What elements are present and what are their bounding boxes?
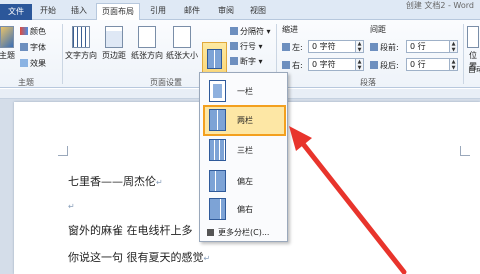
fonts-icon	[20, 43, 28, 51]
indent-right-label: 右:	[282, 60, 303, 71]
tab-mailings[interactable]: 邮件	[178, 3, 206, 20]
two-columns-icon	[209, 109, 226, 131]
line-numbers-button[interactable]: 行号 ▾	[230, 41, 263, 52]
menu-item-left[interactable]: 偏左	[203, 166, 286, 197]
tab-view[interactable]: 视图	[244, 3, 272, 20]
themes-label: 主题	[0, 51, 15, 60]
left-column-icon	[209, 170, 226, 192]
crop-mark-top-left	[58, 146, 68, 156]
paper-size-icon	[173, 26, 191, 48]
one-column-icon	[209, 80, 226, 102]
more-columns-icon	[207, 229, 214, 236]
themes-button[interactable]: 主题	[0, 26, 16, 61]
text-direction-label: 文字方向	[65, 51, 97, 60]
group-separator	[463, 24, 464, 84]
spacing-before-label: 段前:	[370, 42, 399, 53]
menu-item-right[interactable]: 偏右	[203, 194, 286, 225]
fonts-label: 字体	[30, 43, 46, 52]
spacing-after-label: 段后:	[370, 60, 399, 71]
menu-item-three-columns[interactable]: 三栏	[203, 135, 286, 166]
margins-label: 页边距	[102, 51, 126, 60]
effects-icon	[20, 59, 28, 67]
fonts-button[interactable]: 字体	[20, 42, 46, 53]
breaks-icon	[230, 27, 238, 35]
margins-icon	[105, 26, 123, 48]
tab-home[interactable]: 开始	[34, 3, 62, 20]
position-icon	[467, 26, 479, 48]
columns-dropdown-menu: 一栏 两栏 三栏 偏左 偏右 更多分栏(C)...	[199, 72, 288, 242]
orientation-button[interactable]: 纸张方向	[131, 26, 163, 61]
indent-right-input[interactable]: 0 字符	[308, 58, 356, 71]
crop-mark-top-right	[460, 146, 470, 156]
text-direction-button[interactable]: 文字方向	[64, 26, 98, 61]
indent-left-icon	[282, 43, 290, 51]
spacing-before-input[interactable]: 0 行	[406, 40, 450, 53]
columns-icon	[207, 49, 222, 69]
hyphenation-icon	[230, 57, 238, 65]
tab-file[interactable]: 文件	[0, 4, 32, 20]
doc-line-2[interactable]: 你说这一句 很有夏天的感觉↵	[68, 249, 210, 265]
right-column-icon	[209, 198, 226, 220]
line-numbers-label: 行号	[240, 42, 256, 51]
hyphenation-label: 断字	[240, 57, 256, 66]
indent-right-icon	[282, 61, 290, 69]
menu-item-label: 两栏	[237, 116, 253, 125]
margins-button[interactable]: 页边距	[100, 26, 128, 61]
menu-item-label: 偏左	[237, 177, 253, 186]
breaks-label: 分隔符	[240, 27, 264, 36]
paragraph-mark-icon: ↵	[156, 178, 163, 187]
paragraph-group-label: 段落	[360, 78, 376, 87]
ribbon-tab-bar: 文件 开始 插入 页面布局 引用 邮件 审阅 视图 创建 文档2 - Word	[0, 0, 480, 20]
page-setup-group-label: 页面设置	[150, 78, 182, 87]
orientation-icon	[138, 26, 156, 48]
effects-label: 效果	[30, 59, 46, 68]
tab-insert[interactable]: 插入	[64, 3, 94, 20]
menu-item-more-columns[interactable]: 更多分栏(C)...	[203, 226, 286, 240]
line-numbers-icon	[230, 42, 238, 50]
colors-label: 颜色	[30, 27, 46, 36]
tab-references[interactable]: 引用	[144, 3, 172, 20]
menu-item-two-columns[interactable]: 两栏	[203, 105, 286, 136]
indent-left-spinner[interactable]: ▲ ▼	[356, 40, 364, 53]
menu-item-label: 偏右	[237, 205, 253, 214]
colors-icon	[20, 27, 28, 35]
themes-icon	[0, 26, 14, 48]
size-button[interactable]: 纸张大小	[165, 26, 199, 61]
indent-left-label: 左:	[282, 42, 303, 53]
spacing-after-icon	[370, 61, 378, 69]
indent-left-input[interactable]: 0 字符	[308, 40, 356, 53]
window-title: 创建 文档2 - Word	[405, 1, 474, 10]
wrap-text-button[interactable]: 自动换行	[468, 64, 480, 75]
spacing-before-spinner[interactable]: ▲ ▼	[450, 40, 458, 53]
indent-label: 缩进	[282, 25, 298, 34]
theme-group-label: 主题	[18, 78, 34, 87]
doc-line-1[interactable]: 窗外的麻雀 在电线杆上多	[68, 222, 193, 238]
group-separator	[62, 24, 63, 84]
spacing-before-icon	[370, 43, 378, 51]
tab-review[interactable]: 审阅	[212, 3, 240, 20]
spacing-after-spinner[interactable]: ▲ ▼	[450, 58, 458, 71]
paragraph-mark-icon: ↵	[203, 254, 211, 263]
three-columns-icon	[209, 139, 226, 161]
breaks-button[interactable]: 分隔符 ▾	[230, 26, 271, 37]
doc-line-title[interactable]: 七里香——周杰伦↵	[68, 173, 163, 189]
doc-empty-paragraph[interactable]: ↵	[68, 199, 75, 212]
hyphenation-button[interactable]: 断字 ▾	[230, 56, 263, 67]
size-label: 纸张大小	[166, 51, 198, 60]
colors-button[interactable]: 颜色	[20, 26, 46, 37]
paragraph-mark-icon: ↵	[68, 202, 75, 211]
menu-item-label: 一栏	[237, 87, 253, 96]
menu-item-one-column[interactable]: 一栏	[203, 76, 286, 107]
orientation-label: 纸张方向	[131, 51, 163, 60]
spacing-label: 间距	[370, 25, 386, 34]
text-direction-icon	[72, 26, 90, 48]
indent-right-spinner[interactable]: ▲ ▼	[356, 58, 364, 71]
menu-item-label: 三栏	[237, 146, 253, 155]
menu-item-label: 更多分栏(C)...	[218, 228, 270, 237]
spacing-after-input[interactable]: 0 行	[406, 58, 450, 71]
effects-button[interactable]: 效果	[20, 58, 46, 69]
tab-page-layout[interactable]: 页面布局	[96, 3, 140, 20]
